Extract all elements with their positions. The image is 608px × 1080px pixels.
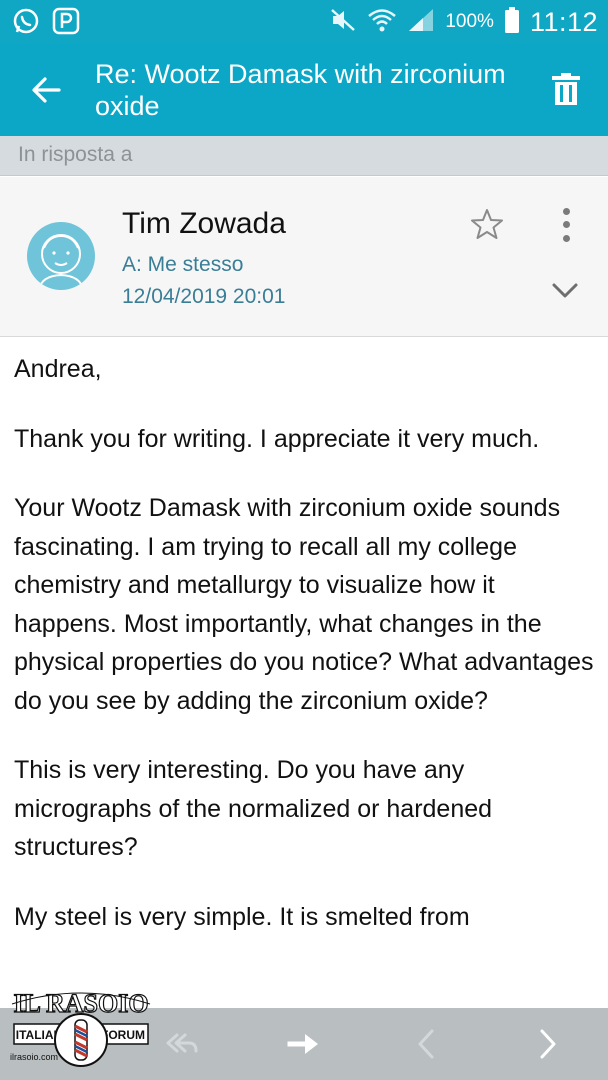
more-vert-dot — [562, 221, 570, 229]
message-paragraph: Thank you for writing. I appreciate it v… — [14, 424, 540, 453]
battery-icon — [504, 6, 520, 39]
watermark-site: ilrasoio.com — [10, 1052, 58, 1062]
avatar-icon[interactable] — [27, 222, 95, 290]
date-line: 12/04/2019 20:01 — [122, 285, 286, 308]
expand-details-button[interactable] — [550, 277, 582, 305]
watermark-logo: IL RASOIO ITALIAN FORUM ilrasoio.com — [6, 984, 156, 1076]
clock: 11:12 — [529, 6, 598, 37]
in-reply-to-strip[interactable]: In risposta a — [0, 136, 608, 176]
trash-icon — [552, 73, 580, 105]
notification-icons — [12, 7, 80, 35]
delete-button[interactable] — [546, 68, 586, 112]
forward-button[interactable] — [282, 1024, 326, 1064]
message-paragraph: My steel is very simple. It is smelted f… — [14, 902, 470, 931]
whatsapp-icon — [12, 7, 40, 35]
status-bar: 100% 11:12 — [0, 0, 608, 44]
star-outline-icon — [471, 209, 503, 239]
wifi-icon — [367, 7, 397, 38]
app-bar: Re: Wootz Damask with zirconium oxide — [0, 44, 608, 136]
recipient-line: A: Me stesso — [122, 253, 244, 276]
pushbullet-icon — [52, 7, 80, 35]
previous-button[interactable] — [404, 1024, 448, 1064]
next-button[interactable] — [526, 1024, 570, 1064]
email-subject-title: Re: Wootz Damask with zirconium oxide — [95, 59, 506, 121]
battery-percent: 100% — [445, 11, 494, 32]
reply-all-button[interactable] — [160, 1024, 204, 1064]
previous-icon — [418, 1029, 434, 1059]
more-vert-dot — [562, 234, 570, 242]
next-icon — [540, 1029, 556, 1059]
message-paragraph: Andrea, — [14, 355, 102, 383]
system-icons: 100% 11:12 — [329, 0, 598, 44]
arrow-back-icon — [32, 77, 61, 103]
sender-name[interactable]: Tim Zowada — [122, 207, 286, 241]
message-body: Andrea, Thank you for writing. I appreci… — [14, 350, 598, 967]
in-reply-to-label: In risposta a — [18, 143, 133, 166]
forward-icon — [287, 1034, 318, 1054]
more-vert-icon — [562, 208, 570, 216]
message-header: Tim Zowada A: Me stesso 12/04/2019 20:01 — [0, 177, 608, 337]
reply-all-icon — [166, 1033, 198, 1053]
message-paragraph: Your Wootz Damask with zirconium oxide s… — [14, 494, 594, 715]
more-options-button[interactable] — [552, 205, 580, 245]
signal-icon — [407, 7, 435, 38]
mute-icon — [329, 7, 357, 38]
chevron-down-icon — [552, 283, 578, 298]
message-paragraph: This is very interesting. Do you have an… — [14, 756, 493, 861]
back-button[interactable] — [24, 70, 68, 110]
star-button[interactable] — [470, 207, 506, 243]
